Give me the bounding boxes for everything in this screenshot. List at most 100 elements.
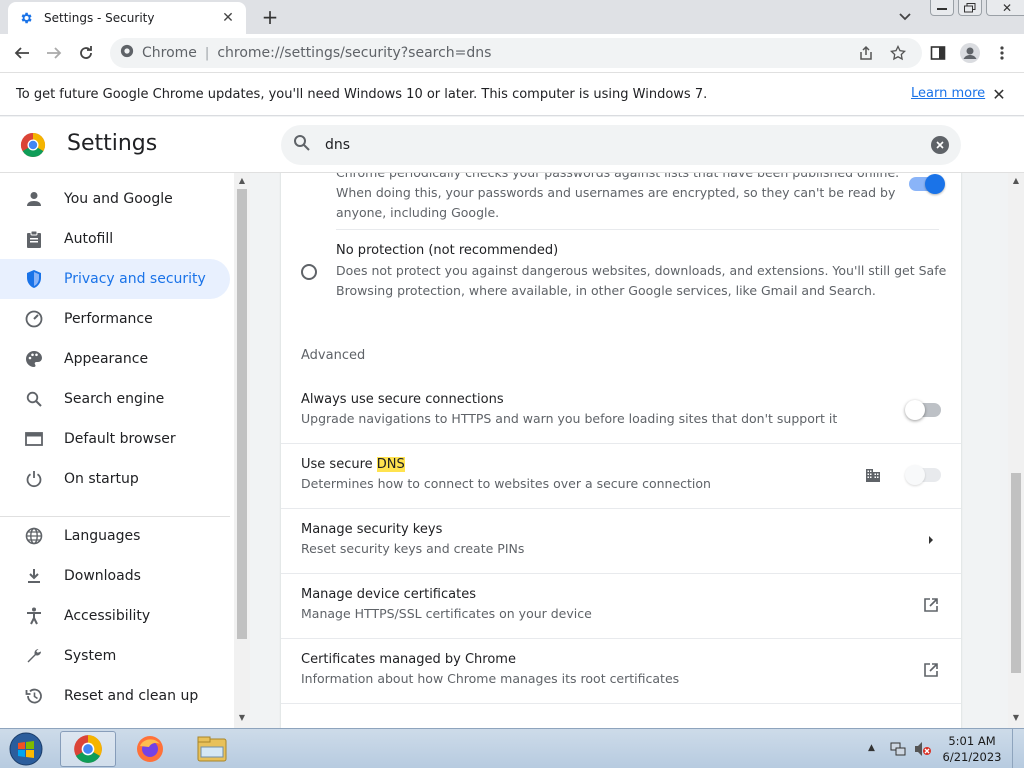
tab-settings-security[interactable]: Settings - Security ✕: [8, 2, 246, 34]
row-divider: [336, 229, 939, 230]
gear-icon: [18, 10, 34, 26]
shield-icon: [24, 269, 44, 289]
security-keys-title[interactable]: Manage security keys: [301, 522, 442, 537]
profile-avatar-icon[interactable]: [958, 41, 982, 65]
show-desktop-button[interactable]: [1012, 729, 1024, 768]
clear-search-icon[interactable]: [931, 136, 949, 154]
device-certs-title[interactable]: Manage device certificates: [301, 587, 476, 602]
row-divider: [281, 573, 961, 574]
sidebar-item-you-and-google[interactable]: You and Google: [0, 179, 230, 219]
sidebar-item-label: System: [64, 648, 117, 664]
sidebar-item-performance[interactable]: Performance: [0, 299, 230, 339]
taskbar-firefox-icon[interactable]: [122, 731, 178, 767]
windows-start-button[interactable]: [4, 730, 48, 768]
scroll-up-arrow-icon[interactable]: ▲: [1011, 176, 1021, 185]
browser-toolbar: Chrome | chrome://settings/security?sear…: [0, 34, 1024, 72]
tab-title: Settings - Security: [44, 11, 155, 25]
sidebar-item-appearance[interactable]: Appearance: [0, 339, 230, 379]
wrench-icon: [24, 646, 44, 666]
clipboard-icon: [24, 229, 44, 249]
security-card: Chrome periodically checks your password…: [281, 173, 961, 728]
taskbar-clock[interactable]: 5:01 AM 6/21/2023: [940, 733, 1004, 765]
chevron-right-icon[interactable]: [921, 530, 941, 550]
password-warning-toggle[interactable]: [909, 174, 945, 194]
row-divider: [281, 703, 961, 704]
sidebar-item-privacy-and-security[interactable]: Privacy and security: [0, 259, 230, 299]
omnibox-separator: |: [204, 45, 210, 61]
advanced-heading: Advanced: [301, 348, 366, 363]
sidebar-item-search-engine[interactable]: Search engine: [0, 379, 230, 419]
scroll-down-arrow-icon[interactable]: ▼: [1011, 713, 1021, 722]
sidebar-item-label: Downloads: [64, 568, 141, 584]
settings-main: Chrome periodically checks your password…: [250, 173, 1008, 728]
side-panel-icon[interactable]: [926, 41, 950, 65]
taskbar-file-explorer-icon[interactable]: [184, 731, 240, 767]
sidebar-item-label: On startup: [64, 471, 139, 487]
main-scrollbar[interactable]: ▲ ▼: [1008, 173, 1024, 728]
sidebar-item-languages[interactable]: Languages: [0, 516, 230, 556]
row-divider: [281, 443, 961, 444]
globe-icon: [24, 526, 44, 546]
no-protection-radio[interactable]: [301, 264, 317, 280]
sidebar-item-downloads[interactable]: Downloads: [0, 556, 230, 596]
tab-search-chevron-icon[interactable]: [894, 6, 916, 28]
settings-search-input[interactable]: dns: [281, 125, 961, 165]
chrome-logo-icon: [120, 44, 134, 62]
password-desc-line-3: anyone, including Google.: [336, 205, 500, 220]
minimize-button[interactable]: [930, 0, 954, 16]
password-desc-line-2: When doing this, your passwords and user…: [336, 185, 896, 200]
chrome-certs-title[interactable]: Certificates managed by Chrome: [301, 652, 516, 667]
https-only-toggle[interactable]: [905, 400, 941, 420]
window-controls: ✕: [926, 0, 1024, 18]
kebab-menu-icon[interactable]: [990, 41, 1014, 65]
taskbar-chrome-icon[interactable]: [60, 731, 116, 767]
palette-icon: [24, 349, 44, 369]
show-hidden-icons-arrow-icon[interactable]: ▲: [868, 743, 875, 753]
sidebar-item-on-startup[interactable]: On startup: [0, 459, 230, 499]
scroll-up-arrow-icon[interactable]: ▲: [237, 176, 247, 186]
forward-arrow-icon[interactable]: [42, 41, 66, 65]
tab-close-icon[interactable]: ✕: [220, 10, 236, 26]
info-bar-message: To get future Google Chrome updates, you…: [16, 86, 708, 102]
sidebar-item-label: Appearance: [64, 351, 149, 367]
sidebar-item-autofill[interactable]: Autofill: [0, 219, 230, 259]
download-icon: [24, 566, 44, 586]
volume-muted-icon[interactable]: [914, 741, 932, 761]
main-scroll-thumb[interactable]: [1011, 473, 1021, 673]
chrome-certs-desc: Information about how Chrome manages its…: [301, 671, 680, 686]
info-bar-close-icon[interactable]: ✕: [990, 85, 1008, 104]
no-protection-title: No protection (not recommended): [336, 243, 559, 258]
bookmark-star-icon[interactable]: [886, 41, 910, 65]
reload-icon[interactable]: [74, 41, 98, 65]
back-arrow-icon[interactable]: [10, 41, 34, 65]
search-value: dns: [325, 137, 351, 153]
power-icon: [24, 469, 44, 489]
windows-taskbar: ▲ 5:01 AM 6/21/2023: [0, 728, 1024, 768]
share-icon[interactable]: [854, 41, 878, 65]
sidebar-scrollbar[interactable]: ▲ ▼: [234, 173, 250, 728]
sidebar-item-label: Autofill: [64, 231, 114, 247]
close-window-button[interactable]: ✕: [986, 0, 1024, 16]
restore-button[interactable]: [958, 0, 982, 16]
new-tab-button[interactable]: +: [258, 5, 282, 29]
row-divider: [281, 508, 961, 509]
scroll-down-arrow-icon[interactable]: ▼: [237, 713, 247, 723]
external-link-icon[interactable]: [921, 660, 941, 680]
sidebar-item-system[interactable]: System: [0, 636, 230, 676]
sidebar-item-default-browser[interactable]: Default browser: [0, 419, 230, 459]
omnibox-site-label: Chrome: [142, 45, 197, 61]
sidebar-item-reset-and-clean-up[interactable]: Reset and clean up: [0, 676, 230, 716]
learn-more-link[interactable]: Learn more: [911, 86, 985, 101]
sidebar-item-accessibility[interactable]: Accessibility: [0, 596, 230, 636]
address-bar[interactable]: Chrome | chrome://settings/security?sear…: [110, 38, 922, 68]
sidebar-item-label: Privacy and security: [64, 271, 206, 287]
sidebar-item-label: Search engine: [64, 391, 165, 407]
secure-dns-toggle[interactable]: [905, 465, 941, 485]
settings-sidebar: You and Google Autofill Privacy and secu…: [0, 173, 234, 728]
no-protection-desc-2: Browsing protection, where available, in…: [336, 283, 876, 298]
external-link-icon[interactable]: [921, 595, 941, 615]
secure-dns-title: Use secure DNS: [301, 457, 405, 472]
omnibox-url: chrome://settings/security?search=dns: [217, 45, 492, 61]
network-icon[interactable]: [890, 741, 906, 761]
sidebar-scroll-thumb[interactable]: [237, 189, 247, 639]
